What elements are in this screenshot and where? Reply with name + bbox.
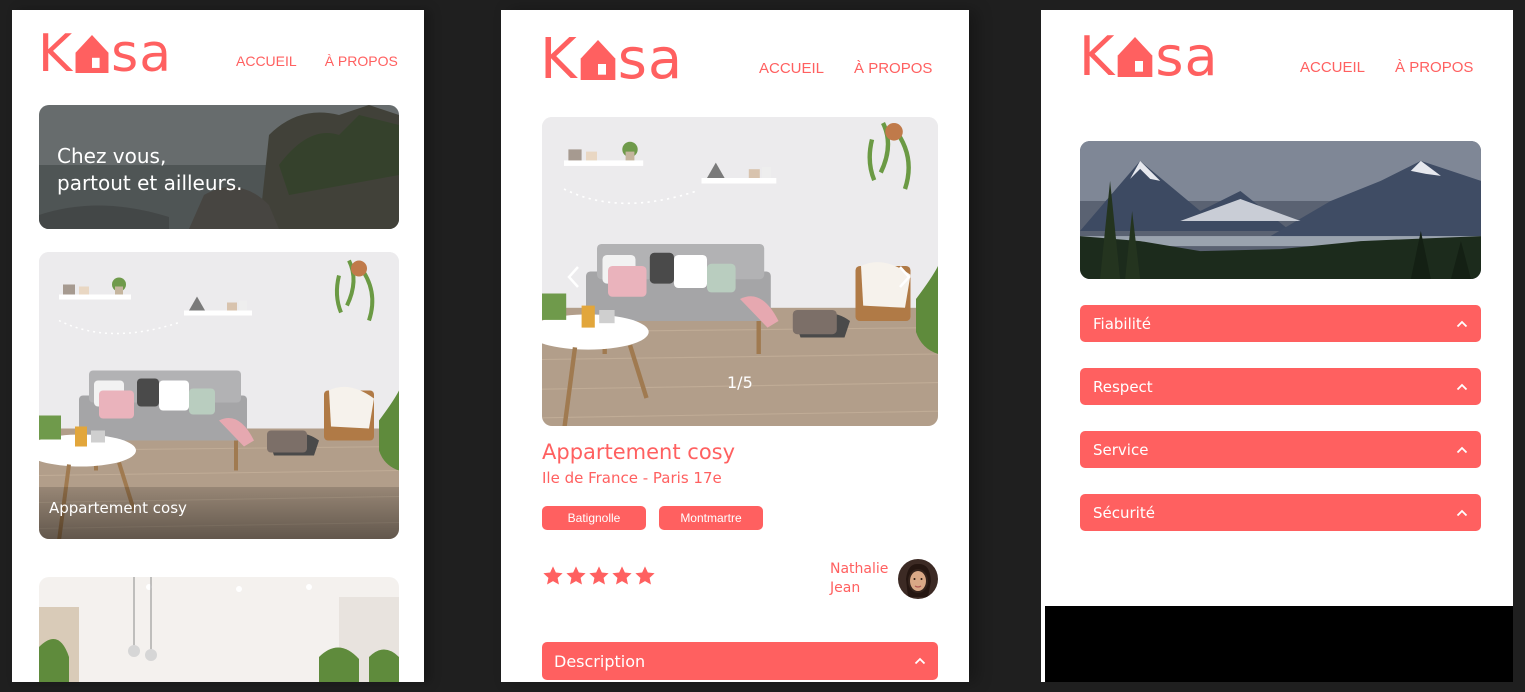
host-name: Nathalie Jean: [830, 560, 888, 598]
logo-letter-k: K: [1079, 25, 1116, 88]
collapse-description[interactable]: Description: [542, 642, 938, 680]
logo-letters-sa: sa: [1155, 25, 1219, 88]
rating-stars: [542, 565, 656, 587]
chevron-up-icon: [914, 657, 926, 665]
nav-link-about[interactable]: À PROPOS: [854, 60, 932, 77]
star-icon: [634, 565, 656, 587]
house-logo-icon: [73, 32, 111, 76]
kasa-logo[interactable]: K sa: [1079, 30, 1219, 84]
listing-screen: K sa ACCUEIL À PROPOS 1/5 Appartement co…: [501, 10, 969, 682]
nav-link-home[interactable]: ACCUEIL: [759, 60, 824, 77]
main-nav: ACCUEIL À PROPOS: [759, 60, 932, 77]
tag-list: Batignolle Montmartre: [542, 506, 763, 530]
listing-card[interactable]: Appartement cosy: [39, 252, 399, 539]
banner-slogan-line-2: partout et ailleurs.: [57, 171, 243, 195]
kasa-logo[interactable]: K sa: [540, 32, 683, 88]
nav-link-home[interactable]: ACCUEIL: [236, 53, 297, 69]
collapse-label: Sécurité: [1093, 503, 1155, 522]
listing-card[interactable]: [39, 577, 399, 682]
chevron-left-icon[interactable]: [566, 265, 580, 289]
mountain-banner-image: [1080, 141, 1481, 279]
collapse-label: Fiabilité: [1093, 314, 1152, 333]
chevron-up-icon: [1456, 509, 1468, 517]
main-nav: ACCUEIL À PROPOS: [1300, 59, 1473, 76]
banner-slogan: Chez vous, partout et ailleurs.: [57, 143, 243, 197]
chevron-up-icon: [1456, 320, 1468, 328]
host-last-name: Jean: [830, 580, 861, 596]
photo-carousel: 1/5: [542, 117, 938, 426]
main-nav: ACCUEIL À PROPOS: [236, 53, 398, 69]
collapse-label: Respect: [1093, 377, 1153, 396]
nav-link-about[interactable]: À PROPOS: [1395, 59, 1473, 76]
host-first-name: Nathalie: [830, 561, 889, 577]
chevron-up-icon: [1456, 383, 1468, 391]
house-logo-icon: [1115, 34, 1155, 80]
house-logo-icon: [578, 36, 618, 84]
tag-badge: Batignolle: [542, 506, 646, 530]
star-icon: [611, 565, 633, 587]
nav-link-about[interactable]: À PROPOS: [325, 53, 398, 69]
collapse-reliability[interactable]: Fiabilité: [1080, 305, 1481, 342]
logo-letters-sa: sa: [617, 27, 684, 92]
banner-slogan-line-1: Chez vous,: [57, 144, 167, 168]
kasa-logo[interactable]: K sa: [38, 28, 172, 80]
home-screen: K sa ACCUEIL À PROPOS Chez vous, partout…: [12, 10, 424, 682]
chevron-right-icon[interactable]: [898, 265, 912, 289]
nav-link-home[interactable]: ACCUEIL: [1300, 59, 1365, 76]
about-screen: K sa ACCUEIL À PROPOS Fiabilité Respect …: [1041, 10, 1513, 682]
tag-badge: Montmartre: [659, 506, 763, 530]
listing-title: Appartement cosy: [542, 440, 736, 464]
home-banner: Chez vous, partout et ailleurs.: [39, 105, 399, 229]
star-icon: [588, 565, 610, 587]
listing-card-title: Appartement cosy: [49, 499, 187, 517]
host-avatar: [898, 559, 938, 599]
star-icon: [565, 565, 587, 587]
logo-letter-k: K: [38, 24, 74, 84]
chevron-up-icon: [1456, 446, 1468, 454]
host-portrait-image: [898, 559, 938, 599]
footer: [1045, 606, 1513, 682]
star-icon: [542, 565, 564, 587]
about-banner: [1080, 141, 1481, 279]
logo-letter-k: K: [540, 27, 578, 92]
listing-location: Ile de France - Paris 17e: [542, 469, 722, 487]
collapse-label: Description: [554, 651, 646, 671]
collapse-respect[interactable]: Respect: [1080, 368, 1481, 405]
collapse-label: Service: [1093, 440, 1149, 459]
carousel-counter: 1/5: [727, 373, 753, 392]
logo-letters-sa: sa: [111, 24, 173, 84]
collapse-service[interactable]: Service: [1080, 431, 1481, 468]
collapse-security[interactable]: Sécurité: [1080, 494, 1481, 531]
listing-card-image: [39, 577, 399, 682]
